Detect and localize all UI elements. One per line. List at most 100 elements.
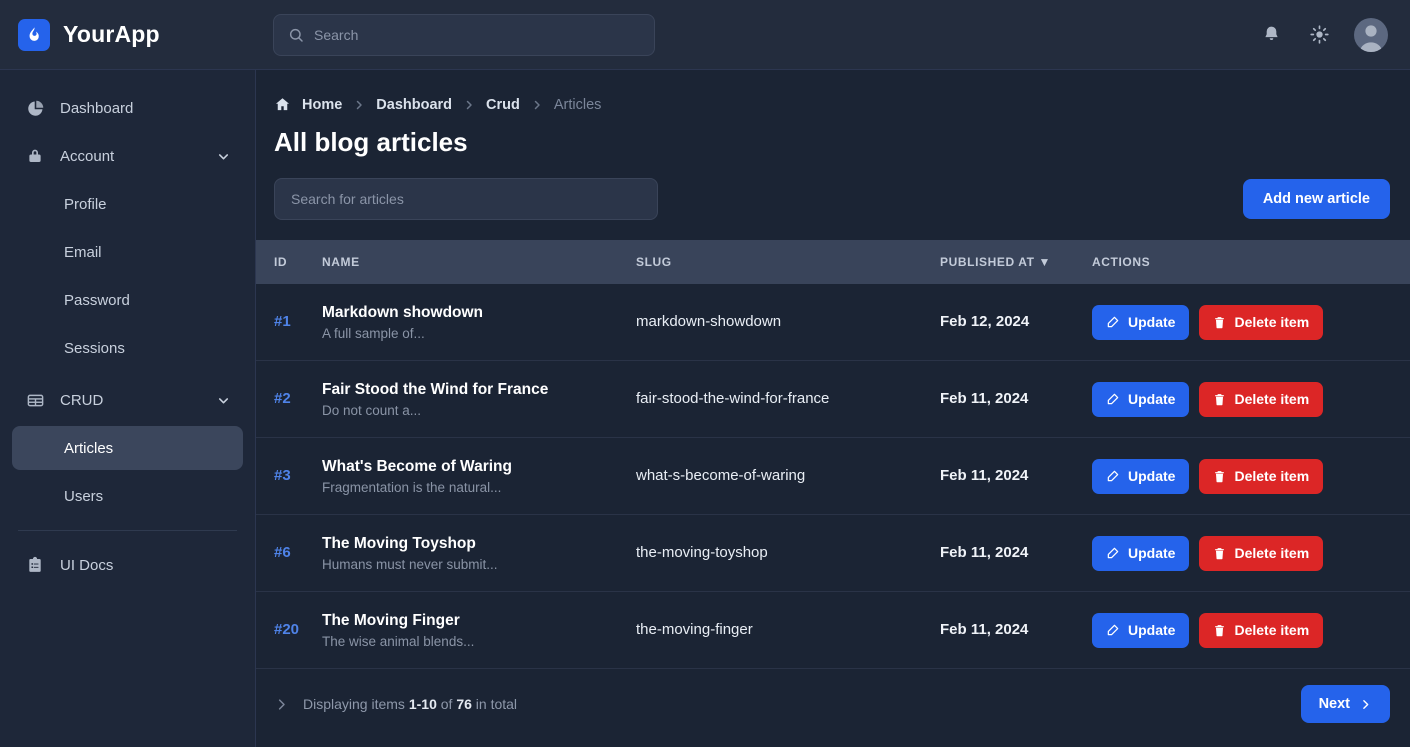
update-button-label: Update	[1128, 622, 1176, 638]
sidebar-item-label: Sessions	[64, 339, 125, 357]
sidebar-item-ui-docs[interactable]: UI Docs	[12, 543, 243, 587]
pie-chart-icon	[24, 99, 46, 118]
trash-icon	[1213, 470, 1226, 483]
row-published-at: Feb 12, 2024	[940, 313, 1030, 330]
row-name: What's Become of Waring	[322, 457, 512, 475]
row-actions: Update Delete item	[1092, 304, 1410, 340]
update-button[interactable]: Update	[1092, 304, 1190, 340]
pencil-square-icon	[1106, 315, 1120, 329]
column-header-published-at-label: PUBLISHED AT	[940, 255, 1035, 269]
articles-search[interactable]	[274, 178, 658, 220]
row-excerpt: Humans must never submit...	[322, 556, 498, 572]
row-id-link[interactable]: #2	[274, 390, 291, 407]
pagination-middle: of	[436, 696, 457, 712]
breadcrumb: Home Dashboard Crud Articles	[256, 70, 1410, 113]
row-id-link[interactable]: #20	[274, 621, 299, 638]
update-button-label: Update	[1128, 391, 1176, 407]
delete-button[interactable]: Delete item	[1199, 381, 1324, 417]
table-row[interactable]: #1 Markdown showdown A full sample of...…	[256, 284, 1410, 361]
pagination-status: Displaying items 1-10 of 76 in total	[303, 696, 517, 712]
global-search[interactable]	[273, 13, 655, 56]
row-id-link[interactable]: #3	[274, 467, 291, 484]
pencil-square-icon	[1106, 623, 1120, 637]
column-header-id[interactable]: ID	[256, 255, 322, 269]
pagination-total: 76	[456, 696, 472, 712]
sidebar-item-crud[interactable]: CRUD	[12, 378, 243, 422]
column-header-slug[interactable]: SLUG	[636, 255, 940, 269]
column-header-name[interactable]: NAME	[322, 255, 636, 269]
sun-icon[interactable]	[1306, 22, 1332, 48]
breadcrumb-dashboard[interactable]: Dashboard	[376, 97, 452, 113]
sidebar-item-label: Dashboard	[60, 99, 134, 117]
articles-search-input[interactable]	[291, 191, 641, 207]
sidebar-item-label: Email	[64, 243, 102, 261]
update-button[interactable]: Update	[1092, 381, 1190, 417]
trash-icon	[1213, 393, 1226, 406]
row-excerpt: A full sample of...	[322, 325, 425, 341]
table-row[interactable]: #6 The Moving Toyshop Humans must never …	[256, 515, 1410, 592]
row-slug: the-moving-toyshop	[636, 544, 768, 561]
sidebar-item-articles[interactable]: Articles	[12, 426, 243, 470]
update-button-label: Update	[1128, 545, 1176, 561]
update-button[interactable]: Update	[1092, 535, 1190, 571]
pencil-square-icon	[1106, 469, 1120, 483]
update-button-label: Update	[1128, 314, 1176, 330]
next-page-label: Next	[1318, 696, 1350, 712]
table-row[interactable]: #3 What's Become of Waring Fragmentation…	[256, 438, 1410, 515]
sidebar-item-account[interactable]: Account	[12, 134, 243, 178]
sidebar-item-password[interactable]: Password	[12, 278, 243, 322]
brand[interactable]: YourApp	[0, 18, 256, 51]
delete-button[interactable]: Delete item	[1199, 304, 1324, 340]
sidebar-item-dashboard[interactable]: Dashboard	[12, 86, 243, 130]
row-id-link[interactable]: #1	[274, 313, 291, 330]
update-button[interactable]: Update	[1092, 612, 1190, 648]
delete-button[interactable]: Delete item	[1199, 458, 1324, 494]
row-name: Markdown showdown	[322, 303, 484, 321]
breadcrumb-crud[interactable]: Crud	[486, 97, 520, 113]
table-icon	[24, 391, 46, 410]
sidebar-item-label: Articles	[64, 439, 114, 457]
sidebar-item-sessions[interactable]: Sessions	[12, 326, 243, 370]
home-icon[interactable]	[274, 96, 291, 113]
sidebar-item-users[interactable]: Users	[12, 474, 243, 518]
table-row[interactable]: #20 The Moving Finger The wise animal bl…	[256, 592, 1410, 669]
delete-button[interactable]: Delete item	[1199, 535, 1324, 571]
chevron-right-icon	[353, 99, 365, 111]
trash-icon	[1213, 547, 1226, 560]
row-published-at: Feb 11, 2024	[940, 621, 1029, 638]
sidebar-item-email[interactable]: Email	[12, 230, 243, 274]
bell-icon[interactable]	[1258, 22, 1284, 48]
row-slug: markdown-showdown	[636, 313, 782, 330]
update-button[interactable]: Update	[1092, 458, 1190, 494]
sidebar-item-profile[interactable]: Profile	[12, 182, 243, 226]
add-new-article-button[interactable]: Add new article	[1242, 179, 1390, 219]
row-actions: Update Delete item	[1092, 612, 1410, 648]
delete-button[interactable]: Delete item	[1199, 612, 1324, 648]
next-page-button[interactable]: Next	[1300, 685, 1390, 723]
chevron-right-icon[interactable]	[274, 697, 289, 712]
chevron-right-icon	[463, 99, 475, 111]
row-excerpt: Do not count a...	[322, 402, 422, 418]
table-toolbar: Add new article	[256, 158, 1410, 220]
column-header-published-at[interactable]: PUBLISHED AT ▼	[940, 255, 1092, 269]
table-row[interactable]: #2 Fair Stood the Wind for France Do not…	[256, 361, 1410, 438]
row-slug: what-s-become-of-waring	[636, 467, 806, 484]
delete-button-label: Delete item	[1234, 391, 1310, 407]
breadcrumb-current: Articles	[553, 96, 602, 113]
flame-icon	[18, 18, 50, 51]
delete-button-label: Delete item	[1234, 468, 1310, 484]
sort-desc-icon: ▼	[1038, 255, 1052, 269]
chevron-down-icon[interactable]	[216, 393, 231, 408]
search-icon	[288, 27, 304, 43]
sidebar-item-label: Password	[64, 291, 130, 309]
row-excerpt: The wise animal blends...	[322, 633, 475, 649]
breadcrumb-home[interactable]: Home	[302, 97, 342, 113]
chevron-down-icon[interactable]	[216, 149, 231, 164]
avatar[interactable]	[1354, 17, 1388, 52]
row-name: Fair Stood the Wind for France	[322, 380, 549, 398]
update-button-label: Update	[1128, 468, 1176, 484]
row-id-link[interactable]: #6	[274, 544, 291, 561]
sidebar-item-label: Profile	[64, 195, 107, 213]
search-input[interactable]	[314, 26, 640, 43]
delete-button-label: Delete item	[1234, 622, 1310, 638]
